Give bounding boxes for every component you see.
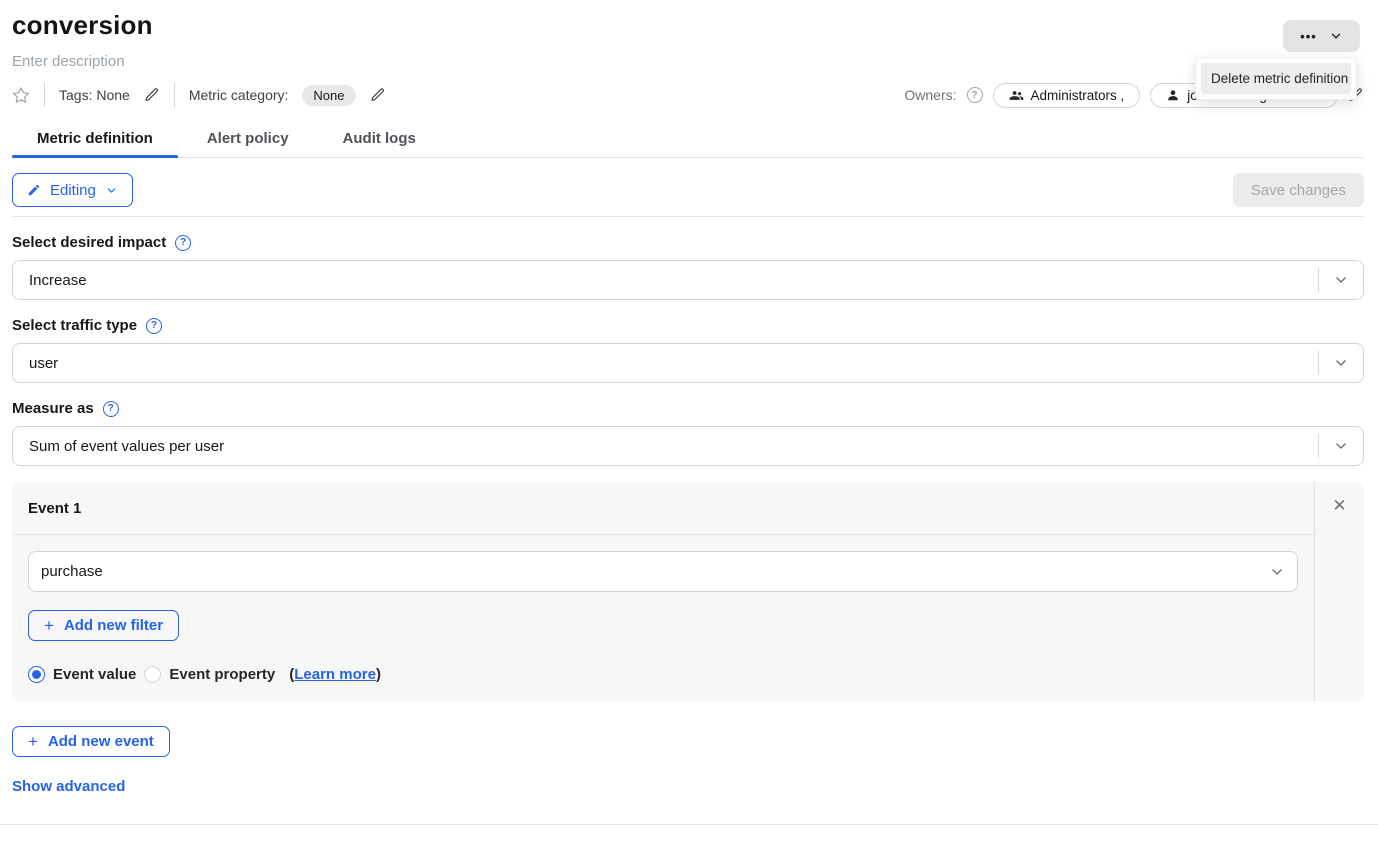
owners-help-icon[interactable]: ? [967,87,983,103]
chevron-down-icon [1257,564,1297,580]
more-actions-button[interactable]: ••• [1283,20,1360,52]
tab-bar: Metric definition Alert policy Audit log… [12,130,1364,158]
traffic-label: Select traffic type [12,317,137,334]
event-card-main: Event 1 purchase + Add new filter [12,482,1314,701]
impact-label: Select desired impact [12,234,166,251]
divider [174,83,175,107]
chevron-down-icon [1319,272,1363,288]
event-card-title: Event 1 [28,500,81,517]
ellipsis-icon: ••• [1300,29,1317,44]
radio-label: Event property [169,666,275,683]
impact-help-icon[interactable]: ? [175,235,191,251]
meta-row: Tags: None Metric category: None Owners:… [12,83,1364,107]
measure-help-icon[interactable]: ? [103,401,119,417]
metric-category-label: Metric category: [189,87,289,103]
radio-event-property[interactable]: Event property [144,666,275,683]
tab-alert-policy[interactable]: Alert policy [182,130,314,157]
radio-selected-icon [28,666,45,683]
event-card: Event 1 purchase + Add new filter [12,482,1364,701]
divider [12,216,1364,217]
pencil-icon [27,183,41,197]
learn-more-wrap: (Learn more) [289,666,381,683]
edit-category-pencil-icon[interactable] [370,87,386,103]
chevron-down-icon [105,184,118,197]
traffic-value: user [13,355,1318,372]
more-actions-menu: Delete metric definition [1195,57,1357,100]
meta-left: Tags: None Metric category: None [12,83,386,107]
impact-label-row: Select desired impact ? [12,234,1364,251]
event-name-select[interactable]: purchase [28,551,1298,592]
traffic-help-icon[interactable]: ? [146,318,162,334]
measure-value: Sum of event values per user [13,438,1318,455]
divider [0,824,1378,825]
chevron-down-icon [1319,438,1363,454]
editing-label: Editing [50,182,96,199]
add-new-event-button[interactable]: + Add new event [12,726,170,757]
menu-item-delete-metric[interactable]: Delete metric definition [1201,63,1351,94]
radio-event-value[interactable]: Event value [28,666,136,683]
tab-metric-definition[interactable]: Metric definition [12,130,178,157]
editing-mode-button[interactable]: Editing [12,173,133,207]
save-changes-button[interactable]: Save changes [1233,173,1364,207]
description-placeholder[interactable]: Enter description [12,53,1364,70]
chevron-down-icon [1319,355,1363,371]
plus-icon: + [28,733,38,750]
event-name-value: purchase [29,563,1257,580]
person-icon [1166,88,1180,102]
metric-category-badge: None [302,85,355,106]
tags-label: Tags: None [59,87,130,103]
measure-select[interactable]: Sum of event values per user [12,426,1364,466]
tab-audit-logs[interactable]: Audit logs [318,130,441,157]
measure-label: Measure as [12,400,94,417]
metric-page: conversion Enter description Tags: None … [0,10,1378,825]
show-advanced-link[interactable]: Show advanced [12,778,125,795]
favorite-star-icon[interactable] [12,86,30,104]
add-event-label: Add new event [48,733,154,750]
plus-icon: + [44,617,54,634]
impact-value: Increase [13,272,1318,289]
traffic-label-row: Select traffic type ? [12,317,1364,334]
learn-more-link[interactable]: Learn more [294,666,376,683]
radio-unselected-icon [144,666,161,683]
add-filter-label: Add new filter [64,617,163,634]
toolbar: Editing Save changes [12,173,1364,207]
traffic-select[interactable]: user [12,343,1364,383]
group-icon [1009,88,1024,103]
event-card-side: ✕ [1314,482,1364,701]
remove-event-close-icon[interactable]: ✕ [1332,497,1346,701]
measure-mode-radio-group: Event value Event property (Learn more) [28,666,1298,683]
owner-name: Administrators , [1031,88,1125,103]
chevron-down-icon [1329,29,1343,43]
page-title: conversion [12,10,1364,41]
measure-label-row: Measure as ? [12,400,1364,417]
paren-close: ) [376,666,381,683]
event-card-header: Event 1 [12,482,1314,535]
impact-select[interactable]: Increase [12,260,1364,300]
add-new-filter-button[interactable]: + Add new filter [28,610,179,641]
owners-label: Owners: [904,87,956,103]
divider [44,83,45,107]
edit-tags-pencil-icon[interactable] [144,87,160,103]
radio-label: Event value [53,666,136,683]
owner-pill-administrators[interactable]: Administrators , [993,83,1141,108]
event-card-body: purchase + Add new filter Event value [12,535,1314,699]
